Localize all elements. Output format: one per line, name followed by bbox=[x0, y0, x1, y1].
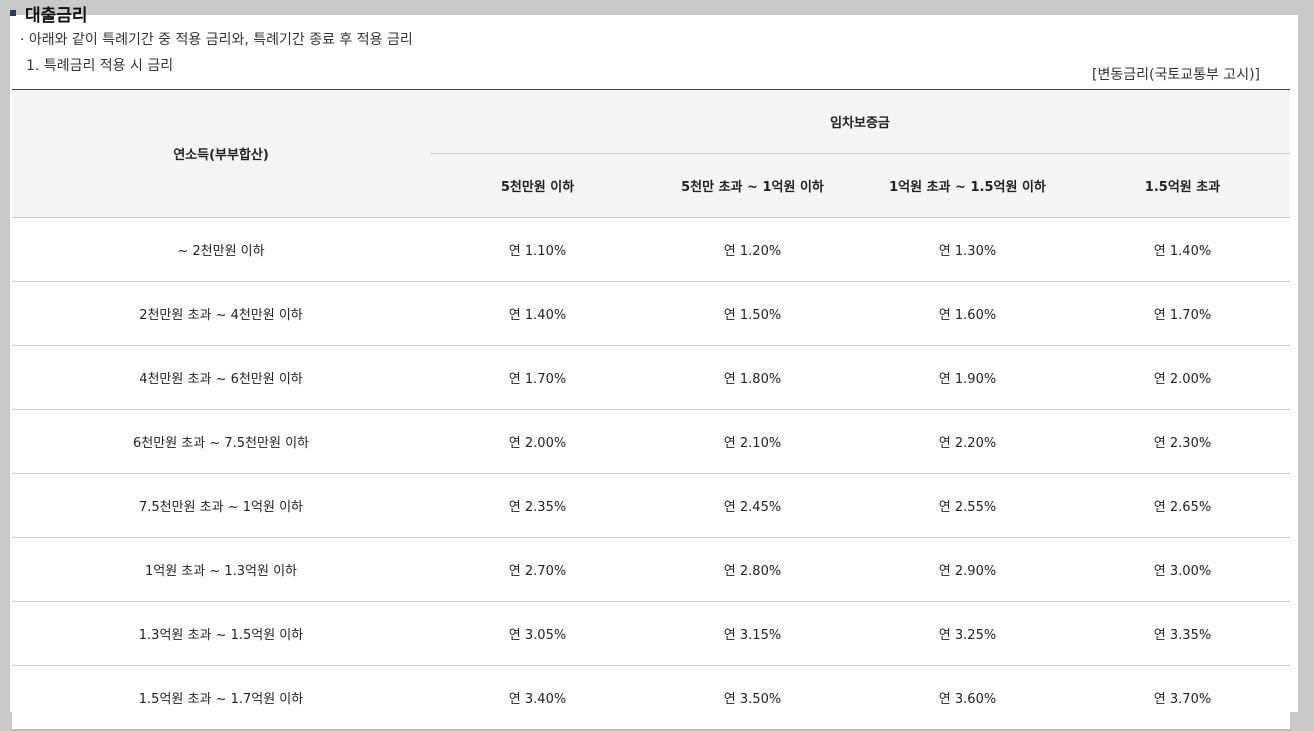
income-cell: 1.5억원 초과 ~ 1.7억원 이하 bbox=[12, 665, 430, 731]
table-header-row: 연소득(부부합산) 임차보증금 bbox=[12, 89, 1290, 218]
income-cell: 4천만원 초과 ~ 6천만원 이하 bbox=[12, 345, 430, 410]
rate-cell: 연 1.30% bbox=[860, 217, 1075, 282]
rate-cell: 연 3.00% bbox=[1075, 537, 1290, 602]
section-description: · 아래와 같이 특례기간 중 적용 금리와, 특례기간 종료 후 적용 금리 bbox=[20, 32, 413, 48]
rate-cell: 연 2.00% bbox=[430, 409, 645, 474]
rate-cell: 연 2.65% bbox=[1075, 473, 1290, 538]
rate-cell: 연 2.00% bbox=[1075, 345, 1290, 410]
table-row: 1.5억원 초과 ~ 1.7억원 이하 연 3.40% 연 3.50% 연 3.… bbox=[12, 665, 1290, 731]
section-subtitle: 1. 특례금리 적용 시 금리 bbox=[26, 58, 174, 74]
income-cell: 7.5천만원 초과 ~ 1억원 이하 bbox=[12, 473, 430, 538]
table-row: 4천만원 초과 ~ 6천만원 이하 연 1.70% 연 1.80% 연 1.90… bbox=[12, 345, 1290, 410]
rate-cell: 연 3.70% bbox=[1075, 665, 1290, 731]
table-row: ~ 2천만원 이하 연 1.10% 연 1.20% 연 1.30% 연 1.40… bbox=[12, 217, 1290, 282]
rate-cell: 연 3.60% bbox=[860, 665, 1075, 731]
rate-cell: 연 2.45% bbox=[645, 473, 860, 538]
income-cell: 6천만원 초과 ~ 7.5천만원 이하 bbox=[12, 409, 430, 474]
rate-cell: 연 1.10% bbox=[430, 217, 645, 282]
bullet-square-icon bbox=[10, 10, 16, 16]
rate-cell: 연 2.90% bbox=[860, 537, 1075, 602]
rate-cell: 연 2.30% bbox=[1075, 409, 1290, 474]
deposit-band-header: 1.5억원 초과 bbox=[1075, 153, 1290, 218]
rate-table: 연소득(부부합산) 임차보증금 5천만원 이하 5천만 초과 ~ 1억원 이하 … bbox=[12, 89, 1290, 731]
income-cell: 1억원 초과 ~ 1.3억원 이하 bbox=[12, 537, 430, 602]
deposit-band-header: 1억원 초과 ~ 1.5억원 이하 bbox=[860, 153, 1075, 218]
table-row: 6천만원 초과 ~ 7.5천만원 이하 연 2.00% 연 2.10% 연 2.… bbox=[12, 409, 1290, 474]
rate-cell: 연 2.55% bbox=[860, 473, 1075, 538]
rate-cell: 연 3.40% bbox=[430, 665, 645, 731]
rate-cell: 연 1.90% bbox=[860, 345, 1075, 410]
income-cell: ~ 2천만원 이하 bbox=[12, 217, 430, 282]
income-column-header: 연소득(부부합산) bbox=[12, 89, 430, 218]
rate-cell: 연 1.40% bbox=[430, 281, 645, 346]
rate-cell: 연 3.05% bbox=[430, 601, 645, 666]
table-row: 2천만원 초과 ~ 4천만원 이하 연 1.40% 연 1.50% 연 1.60… bbox=[12, 281, 1290, 346]
rate-type-note: [변동금리(국토교통부 고시)] bbox=[1092, 67, 1260, 83]
deposit-band-header: 5천만 초과 ~ 1억원 이하 bbox=[645, 153, 860, 218]
rate-cell: 연 2.70% bbox=[430, 537, 645, 602]
rate-cell: 연 2.35% bbox=[430, 473, 645, 538]
rate-cell: 연 3.50% bbox=[645, 665, 860, 731]
table-row: 7.5천만원 초과 ~ 1억원 이하 연 2.35% 연 2.45% 연 2.5… bbox=[12, 473, 1290, 538]
rate-cell: 연 1.20% bbox=[645, 217, 860, 282]
table-row: 1.3억원 초과 ~ 1.5억원 이하 연 3.05% 연 3.15% 연 3.… bbox=[12, 601, 1290, 666]
deposit-band-header: 5천만원 이하 bbox=[430, 153, 645, 218]
income-cell: 1.3억원 초과 ~ 1.5억원 이하 bbox=[12, 601, 430, 666]
rate-cell: 연 1.50% bbox=[645, 281, 860, 346]
rate-cell: 연 3.35% bbox=[1075, 601, 1290, 666]
rate-cell: 연 1.70% bbox=[1075, 281, 1290, 346]
rate-cell: 연 2.10% bbox=[645, 409, 860, 474]
deposit-group-header: 임차보증금 bbox=[430, 89, 1290, 154]
rate-cell: 연 1.80% bbox=[645, 345, 860, 410]
rate-cell: 연 3.25% bbox=[860, 601, 1075, 666]
section-title: 대출금리 bbox=[25, 5, 88, 26]
rate-cell: 연 1.40% bbox=[1075, 217, 1290, 282]
income-cell: 2천만원 초과 ~ 4천만원 이하 bbox=[12, 281, 430, 346]
rate-cell: 연 2.80% bbox=[645, 537, 860, 602]
table-row: 1억원 초과 ~ 1.3억원 이하 연 2.70% 연 2.80% 연 2.90… bbox=[12, 537, 1290, 602]
rate-cell: 연 1.60% bbox=[860, 281, 1075, 346]
rate-cell: 연 3.15% bbox=[645, 601, 860, 666]
section-heading: 대출금리 bbox=[10, 2, 88, 26]
rate-cell: 연 2.20% bbox=[860, 409, 1075, 474]
rate-cell: 연 1.70% bbox=[430, 345, 645, 410]
